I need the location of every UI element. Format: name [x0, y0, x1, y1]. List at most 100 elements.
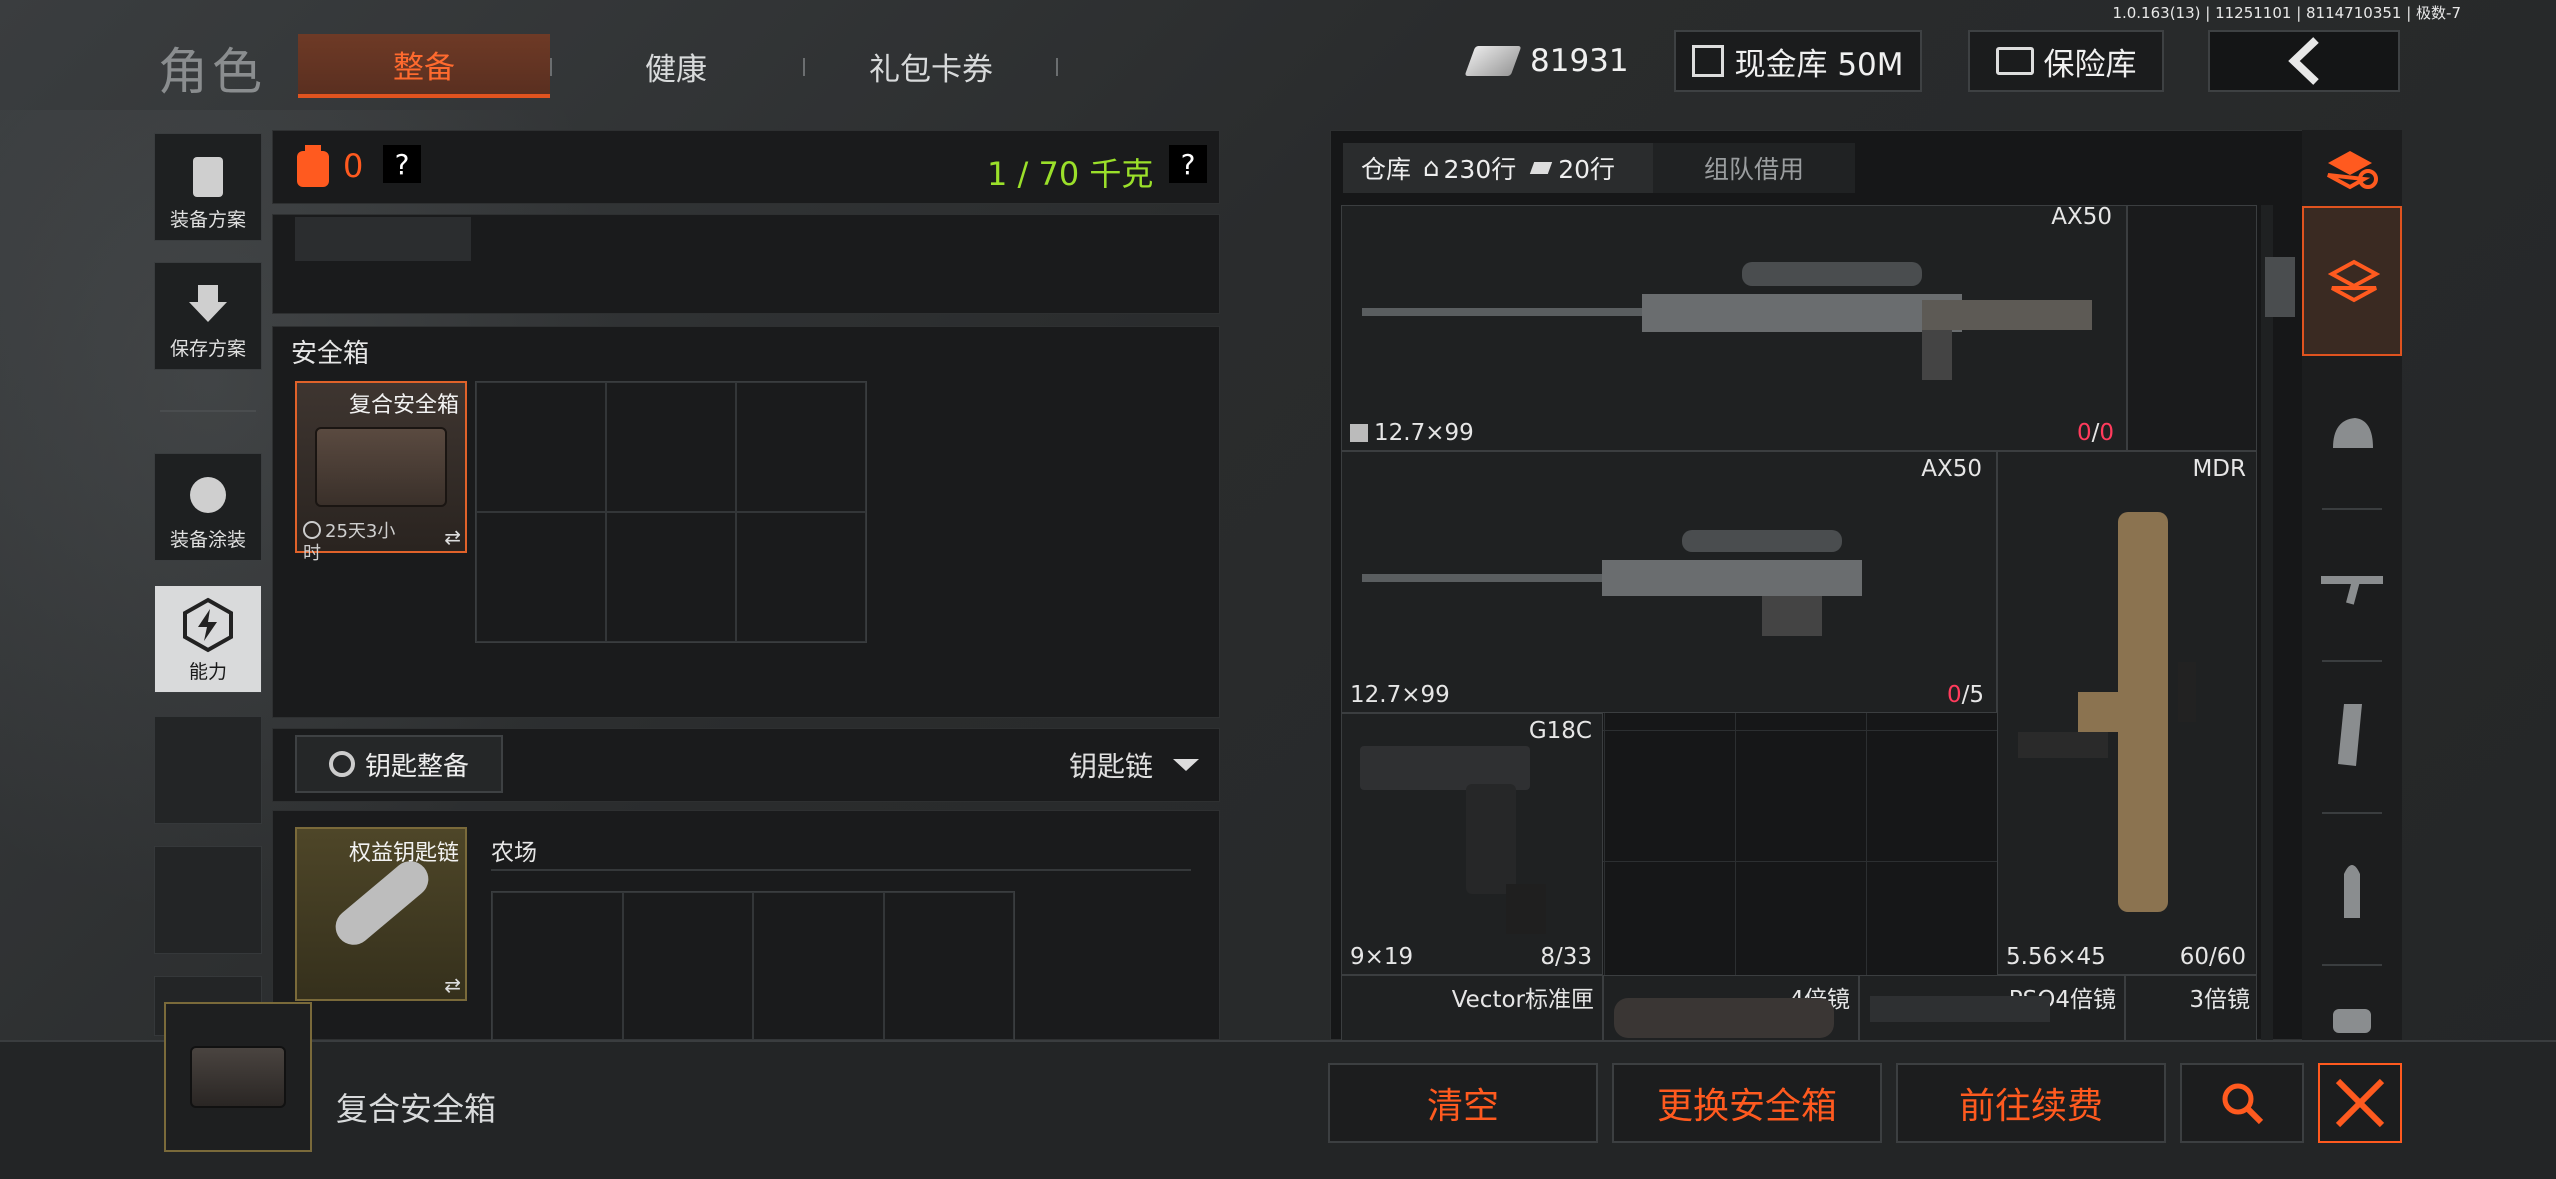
- grid-slot[interactable]: [606, 382, 736, 512]
- lightning-icon: [183, 597, 233, 653]
- item-caliber-text: 12.7×99: [1374, 420, 1474, 446]
- cash-vault-button[interactable]: 现金库 50M: [1674, 30, 1922, 92]
- keychain-dropdown[interactable]: 钥匙链: [1069, 743, 1201, 787]
- back-button[interactable]: [2208, 30, 2400, 92]
- assault-rifle-image: [2018, 512, 2196, 912]
- category-rifle[interactable]: [2312, 520, 2392, 650]
- safebox-image: [315, 427, 447, 507]
- keychain-equip-button[interactable]: 钥匙整备: [295, 735, 503, 793]
- grid-slot[interactable]: [883, 892, 1014, 1040]
- item-vector-magazine[interactable]: Vector标准匣: [1341, 975, 1603, 1041]
- category-magazine[interactable]: [2312, 670, 2392, 800]
- item-ax50[interactable]: AX50 12.7×99 0/0: [1341, 204, 2127, 451]
- safebox-item[interactable]: 复合安全箱 25天3小时 ⇄: [295, 381, 467, 564]
- tab-gift-cards[interactable]: 礼包卡券: [805, 34, 1057, 98]
- safebox-grid: [475, 381, 867, 643]
- clear-button[interactable]: 清空: [1328, 1063, 1598, 1143]
- item-ammo: 0/0: [2076, 420, 2114, 446]
- ability-button[interactable]: 能力: [154, 585, 262, 693]
- keychain-header: 钥匙整备 钥匙链: [272, 728, 1220, 802]
- rifle-icon: [2321, 576, 2383, 605]
- grid-slot[interactable]: [736, 512, 866, 642]
- scrollbar-track[interactable]: [2261, 205, 2273, 1041]
- warehouse-tab-label: 仓库: [1361, 155, 1412, 184]
- item-caliber: 12.7×99: [1350, 420, 1474, 446]
- helmet-icon: [2333, 418, 2373, 448]
- swap-icon: ⇄: [444, 973, 461, 997]
- sort-layers-icon[interactable]: [2312, 134, 2392, 204]
- safe-icon: [1995, 47, 2034, 75]
- empty-slot: [154, 716, 262, 824]
- grid-slot[interactable]: [476, 382, 606, 512]
- grid-slot[interactable]: [753, 892, 884, 1040]
- grid-slot[interactable]: [606, 512, 736, 642]
- item-mdr[interactable]: MDR 5.56×45 60/60: [1997, 451, 2257, 975]
- loadout-plan-button[interactable]: 装备方案: [154, 133, 262, 241]
- weight-help-icon[interactable]: ?: [1169, 145, 1207, 183]
- empty-slot[interactable]: [2127, 205, 2257, 451]
- safe-vault-label: 保险库: [2043, 46, 2137, 83]
- layers-refresh-icon: [2327, 151, 2378, 190]
- equipment-skin-button[interactable]: 装备涂装: [154, 453, 262, 561]
- warehouse-panel: 仓库 ⌂ 230行 20行 组队借用 AX50 12.7×99 0/0 AX50…: [1330, 130, 2402, 1041]
- grid-slot[interactable]: [492, 892, 623, 1040]
- warehouse-tab[interactable]: 仓库 ⌂ 230行 20行: [1343, 143, 1653, 193]
- scrollbar-thumb[interactable]: [2265, 257, 2295, 317]
- tab-health[interactable]: 健康: [550, 34, 802, 98]
- bullet-icon: [2344, 865, 2360, 918]
- safebox-image: [190, 1046, 286, 1108]
- item-ax50[interactable]: AX50 12.7×99 0/5: [1341, 451, 1997, 713]
- change-safebox-button[interactable]: 更换安全箱: [1612, 1063, 1882, 1143]
- category-attachment[interactable]: [2312, 990, 2392, 1040]
- sniper-rifle-image: [1362, 530, 1862, 636]
- item-caliber: 9×19: [1350, 944, 1414, 970]
- save-plan-button[interactable]: 保存方案: [154, 262, 262, 370]
- item-g18c[interactable]: G18C 9×19 8/33: [1341, 713, 1603, 975]
- tab-divider: [1056, 58, 1058, 76]
- equipment-strip: [272, 214, 1220, 314]
- attachment-icon: [2333, 1009, 2371, 1033]
- search-button[interactable]: [2180, 1063, 2304, 1143]
- swap-icon: ⇄: [444, 525, 461, 549]
- layers-icon: [2328, 259, 2380, 303]
- item-caliber: 5.56×45: [2006, 944, 2106, 970]
- selected-item-thumbnail: [164, 1002, 312, 1152]
- category-all[interactable]: [2302, 206, 2402, 356]
- close-icon: [2335, 1078, 2385, 1128]
- scope-image: [1870, 996, 2050, 1022]
- rail-divider: [2322, 812, 2382, 814]
- grid-slot[interactable]: [622, 892, 753, 1040]
- item-pso4-scope[interactable]: PSO4倍镜: [1859, 975, 2125, 1041]
- chevron-left-icon: [2288, 37, 2319, 85]
- category-ammo[interactable]: [2312, 822, 2392, 952]
- category-helmet[interactable]: [2312, 370, 2392, 500]
- home-icon: ⌂: [1423, 153, 1440, 183]
- sidebar-item-label: 保存方案: [169, 338, 246, 360]
- safe-vault-button[interactable]: 保险库: [1968, 30, 2164, 92]
- item-4x-scope[interactable]: 4倍镜: [1603, 975, 1859, 1041]
- ammo-current: 0: [2076, 420, 2092, 446]
- download-icon: [189, 285, 227, 322]
- close-button[interactable]: [2318, 1063, 2402, 1143]
- help-icon[interactable]: ?: [383, 145, 421, 183]
- keychain-dropdown-label: 钥匙链: [1069, 750, 1154, 783]
- weight-indicator: 1 / 70 千克: [987, 155, 1154, 193]
- keychain-panel: 权益钥匙链 ⇄ 农场: [272, 810, 1220, 1041]
- grid-slot[interactable]: [476, 512, 606, 642]
- search-icon: [2222, 1083, 2264, 1125]
- vault-icon: [1692, 45, 1725, 77]
- equipment-slot[interactable]: [295, 217, 471, 261]
- item-ammo: 60/60: [2179, 944, 2246, 970]
- renew-button[interactable]: 前往续费: [1896, 1063, 2166, 1143]
- keychain-item[interactable]: 权益钥匙链 ⇄: [295, 827, 467, 1001]
- tab-equipment[interactable]: 整备: [298, 34, 550, 98]
- item-name: AX50: [2051, 204, 2112, 230]
- helmet-soldier-icon: [190, 477, 226, 513]
- safebox-item-name: 复合安全箱: [348, 393, 459, 418]
- item-name: Vector标准匣: [1451, 987, 1594, 1013]
- scope-image: [1614, 998, 1834, 1038]
- item-3x-scope[interactable]: 3倍镜: [2125, 975, 2257, 1041]
- team-borrow-tab[interactable]: 组队借用: [1653, 143, 1855, 193]
- key-icon: [328, 751, 355, 777]
- grid-slot[interactable]: [736, 382, 866, 512]
